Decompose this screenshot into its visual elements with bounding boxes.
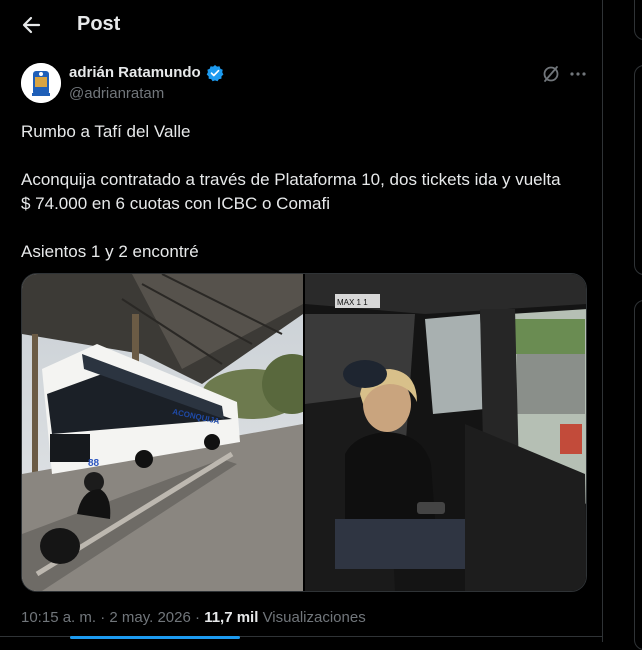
views-count[interactable]: 11,7 mil <box>204 609 258 626</box>
views-label: Visualizaciones <box>262 609 366 626</box>
author-name[interactable]: adrián Ratamundo <box>69 64 201 81</box>
sidebar-card <box>634 65 642 275</box>
meta-separator: · <box>190 609 205 626</box>
post-header: Post <box>0 0 603 50</box>
avatar-image <box>21 63 61 103</box>
search-box[interactable] <box>634 0 642 40</box>
sidebar-card <box>634 300 642 650</box>
bus-number-label: 88 <box>88 458 100 469</box>
author-handle[interactable]: @adrianratam <box>69 85 164 102</box>
avatar[interactable] <box>21 63 61 103</box>
post-date[interactable]: 2 may. 2026 <box>109 609 190 626</box>
arrow-left-icon <box>22 16 41 34</box>
seat-photo[interactable]: MAX 1 1 <box>305 274 587 591</box>
bus-photo[interactable]: ACONQUIJA 88 <box>22 274 303 591</box>
verified-badge-icon <box>206 64 224 82</box>
post-media: ACONQUIJA 88 MAX 1 1 <box>21 273 587 592</box>
post-time[interactable]: 10:15 a. m. <box>21 609 96 626</box>
page-title: Post <box>77 13 121 35</box>
post-text: Rumbo a Tafí del Valle Aconquija contrat… <box>21 120 561 264</box>
grok-icon <box>543 66 559 82</box>
right-rail <box>604 0 642 650</box>
post-line: $ 74.000 en 6 cuotas con ICBC o Comafi <box>21 194 331 213</box>
active-tab-indicator <box>70 636 240 639</box>
post-line: Rumbo a Tafí del Valle <box>21 122 191 141</box>
bus-sign-label: MAX 1 1 <box>337 298 368 307</box>
more-horizontal-icon <box>570 72 586 76</box>
post-column: Post adrián Ratamundo @adrianratam Rumbo… <box>0 0 603 642</box>
post-meta: 10:15 a. m. · 2 may. 2026 · 11,7 mil Vis… <box>21 609 366 626</box>
post-line: Asientos 1 y 2 encontré <box>21 242 199 261</box>
more-button[interactable] <box>568 64 588 84</box>
back-button[interactable] <box>16 10 46 40</box>
post-line: Aconquija contratado a través de Platafo… <box>21 170 561 189</box>
grok-button[interactable] <box>541 64 561 84</box>
meta-separator: · <box>96 609 110 626</box>
